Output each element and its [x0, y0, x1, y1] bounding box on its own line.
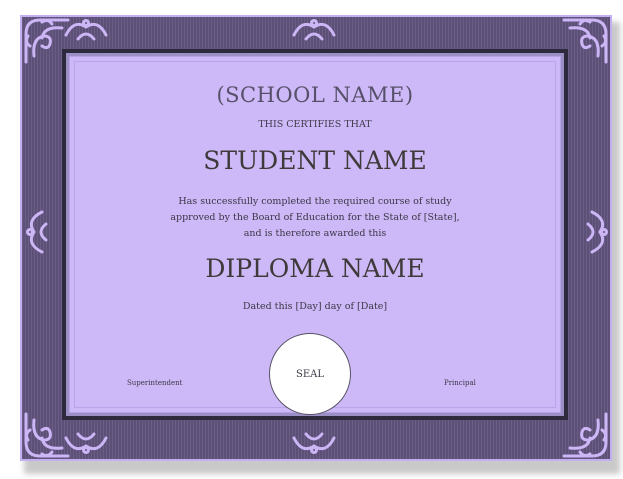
bottom-right-flourish-icon [292, 432, 336, 454]
inner-frame: (SCHOOL NAME) THIS CERTIFIES THAT STUDEN… [62, 49, 568, 420]
student-name: STUDENT NAME [203, 146, 427, 175]
bottom-left-flourish-icon [64, 432, 108, 454]
certifies-line: THIS CERTIFIES THAT [258, 119, 372, 130]
left-edge-flourish-icon [26, 210, 48, 254]
diploma-name: DIPLOMA NAME [205, 254, 425, 283]
top-right-flourish-icon [292, 19, 336, 41]
completion-line-1: Has successfully completed the required … [178, 196, 452, 207]
certificate-page: (SCHOOL NAME) THIS CERTIFIES THAT STUDEN… [0, 0, 623, 479]
top-left-flourish-icon [64, 19, 108, 41]
completion-line-3: and is therefore awarded this [243, 228, 387, 239]
certificate-panel: (SCHOOL NAME) THIS CERTIFIES THAT STUDEN… [69, 56, 561, 415]
completion-statement: Has successfully completed the required … [70, 194, 560, 242]
inner-frame-border: (SCHOOL NAME) THIS CERTIFIES THAT STUDEN… [66, 53, 564, 416]
principal-signature-label: Principal [444, 379, 476, 387]
seal-label: SEAL [295, 368, 324, 380]
school-name: (SCHOOL NAME) [216, 83, 414, 107]
right-edge-flourish-icon [586, 210, 608, 254]
completion-line-2: approved by the Board of Education for t… [170, 212, 460, 223]
dated-line: Dated this [Day] day of [Date] [242, 301, 388, 312]
seal-circle: SEAL [269, 333, 351, 415]
superintendent-signature-label: Superintendent [127, 379, 183, 387]
